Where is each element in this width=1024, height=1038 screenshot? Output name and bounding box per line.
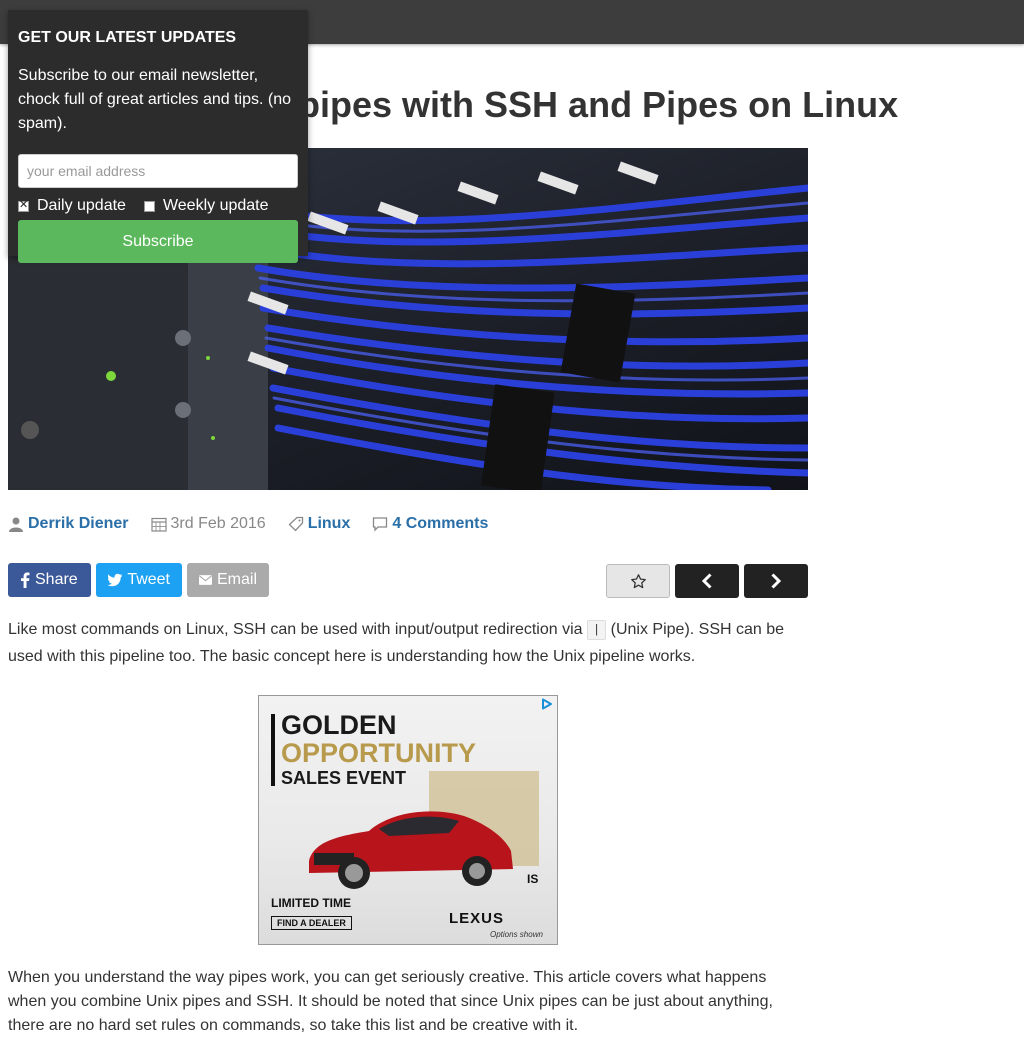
- ad-accent-bar: [271, 714, 275, 786]
- envelope-icon: [199, 575, 212, 585]
- article-paragraph-1: Like most commands on Linux, SSH can be …: [8, 616, 808, 670]
- weekly-update-label: Weekly update: [162, 197, 269, 214]
- facebook-share-button[interactable]: Share: [8, 563, 91, 597]
- category-meta: Linux: [288, 515, 351, 533]
- chevron-left-icon: [701, 573, 712, 589]
- facebook-icon: [21, 572, 30, 588]
- ad-headline-2: OPPORTUNITY: [281, 738, 477, 768]
- lexus-logo: LEXUS: [449, 910, 505, 927]
- tag-icon: [288, 516, 303, 532]
- next-article-button[interactable]: [744, 564, 808, 598]
- ad-car-image: [309, 811, 513, 889]
- weekly-update-option[interactable]: Weekly update: [143, 197, 269, 215]
- subscribe-button[interactable]: Subscribe: [18, 220, 298, 263]
- email-input[interactable]: [18, 154, 298, 188]
- comments-meta: 4 Comments: [372, 515, 488, 533]
- post-date: 3rd Feb 2016: [170, 515, 266, 532]
- author-link[interactable]: Derrik Diener: [28, 515, 129, 533]
- daily-update-checkbox[interactable]: [18, 198, 29, 212]
- advertisement-banner[interactable]: GOLDEN OPPORTUNITY SALES EVENT IS LIMITE…: [258, 695, 558, 945]
- category-link[interactable]: Linux: [308, 515, 351, 533]
- ad-limited-time: LIMITED TIME: [271, 896, 351, 910]
- favorite-button[interactable]: [606, 564, 670, 598]
- article-paragraph-2: When you understand the way pipes work, …: [8, 969, 773, 1034]
- newsletter-description: Subscribe to our email newsletter, chock…: [18, 67, 292, 132]
- facebook-share-label: Share: [35, 571, 78, 588]
- author-meta: Derrik Diener: [8, 515, 129, 533]
- paragraph-1-text-before: Like most commands on Linux, SSH can be …: [8, 621, 587, 638]
- calendar-icon: [150, 517, 167, 532]
- article-meta: Derrik Diener 3rd Feb 2016 Linux 4 Comme…: [8, 515, 510, 533]
- email-share-label: Email: [216, 571, 257, 588]
- comments-link[interactable]: 4 Comments: [392, 515, 488, 533]
- daily-update-label: Daily update: [37, 197, 126, 214]
- ad-disclaimer: Options shown: [490, 930, 543, 939]
- ad-model-name: IS: [527, 872, 539, 886]
- share-buttons: Share Tweet Email: [8, 563, 274, 597]
- ad-headline-1: GOLDEN: [281, 710, 397, 740]
- comment-icon: [373, 517, 388, 532]
- weekly-update-checkbox[interactable]: [143, 200, 155, 212]
- email-share-button[interactable]: Email: [187, 563, 269, 597]
- frequency-options: Daily update Weekly update: [18, 197, 298, 215]
- ad-headline-3: SALES EVENT: [281, 768, 407, 788]
- chevron-right-icon: [771, 573, 782, 589]
- daily-update-option[interactable]: Daily update: [18, 197, 126, 215]
- newsletter-popup: GET OUR LATEST UPDATES Subscribe to our …: [8, 10, 308, 263]
- adchoices-icon[interactable]: [540, 698, 554, 710]
- star-icon: [630, 573, 646, 588]
- twitter-share-label: Tweet: [127, 571, 170, 588]
- pipe-code: |: [586, 620, 607, 640]
- post-actions: [606, 564, 808, 598]
- find-dealer-button[interactable]: FIND A DEALER: [271, 916, 352, 930]
- previous-article-button[interactable]: [675, 564, 739, 598]
- newsletter-heading: GET OUR LATEST UPDATES: [18, 29, 237, 46]
- twitter-share-button[interactable]: Tweet: [96, 563, 182, 597]
- twitter-icon: [108, 573, 123, 587]
- person-icon: [9, 517, 23, 532]
- date-meta: 3rd Feb 2016: [150, 515, 266, 533]
